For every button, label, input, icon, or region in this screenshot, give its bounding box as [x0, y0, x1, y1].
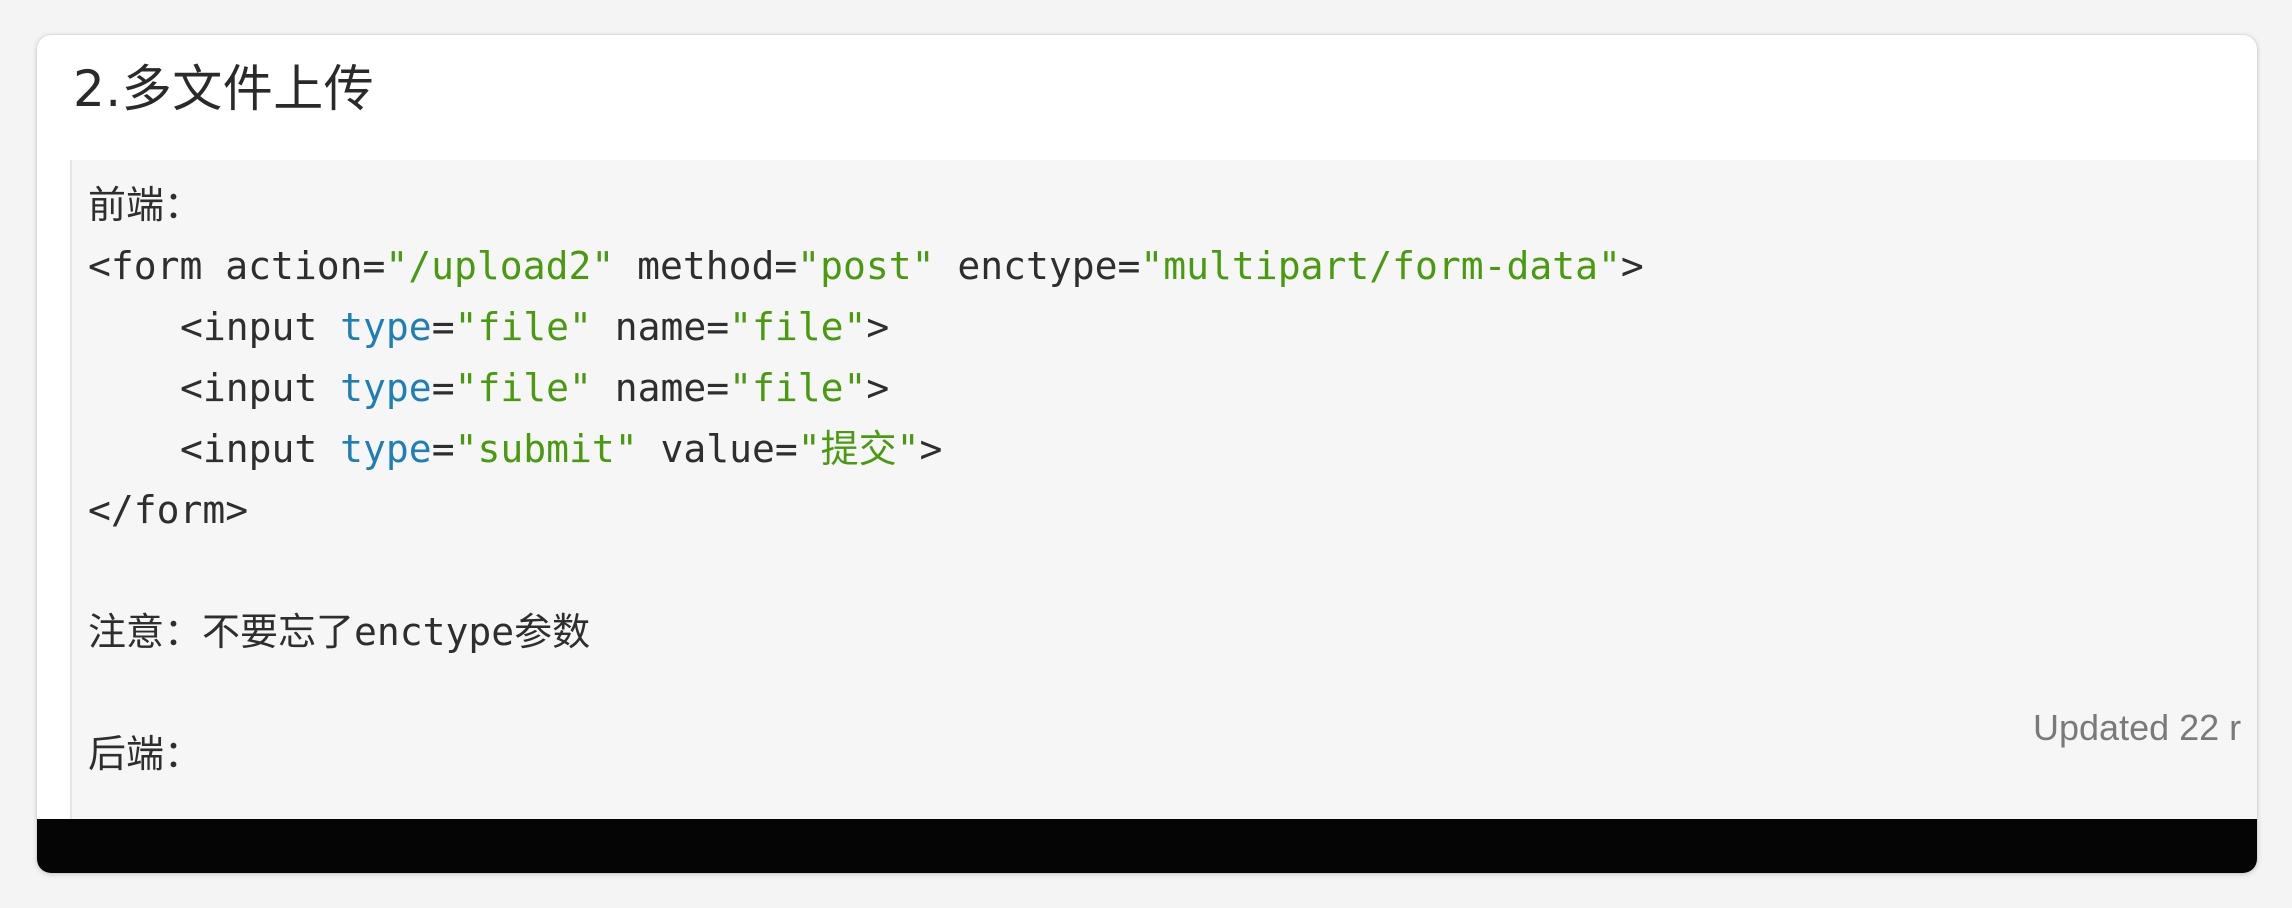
note-text: 注意：不要忘了enctype参数	[88, 610, 591, 654]
method-attr: method=	[614, 244, 798, 288]
input-tag-start: <input	[180, 366, 318, 410]
input-tag-end: >	[866, 305, 890, 349]
equals-sign: =	[431, 305, 455, 349]
equals-sign: =	[431, 366, 455, 410]
page-title: 2.多文件上传	[73, 60, 375, 118]
name-value: "file"	[729, 366, 867, 410]
input-tag-start: <input	[180, 427, 318, 471]
enctype-attr: enctype=	[934, 244, 1141, 288]
code-line-input-file-1: <input type="file" name="file">	[88, 297, 1644, 358]
enctype-value: "multipart/form-data"	[1140, 244, 1621, 288]
type-value: "file"	[454, 305, 592, 349]
frontend-label: 前端：	[88, 183, 203, 227]
name-attr: name=	[591, 366, 730, 410]
type-value: "file"	[454, 366, 592, 410]
form-close-tag: </form>	[88, 488, 249, 532]
value-value: "提交"	[797, 427, 920, 471]
type-attr: type	[340, 305, 432, 349]
method-value: "post"	[797, 244, 935, 288]
input-tag-end: >	[919, 427, 943, 471]
backend-label: 后端：	[88, 732, 203, 776]
input-tag-end: >	[866, 366, 890, 410]
code-line-form-open: <form action="/upload2" method="post" en…	[88, 236, 1644, 297]
action-attr: action=	[202, 244, 386, 288]
updated-note: Updated 22 r	[2033, 707, 2242, 748]
type-attr: type	[340, 366, 432, 410]
equals-sign: =	[431, 427, 455, 471]
code-line-input-file-2: <input type="file" name="file">	[88, 358, 1644, 419]
value-attr: value=	[637, 427, 798, 471]
action-value: "/upload2"	[385, 244, 615, 288]
type-value: "submit"	[454, 427, 638, 471]
bottom-bar	[37, 819, 2257, 873]
code-line-input-submit: <input type="submit" value="提交">	[88, 419, 1644, 480]
form-tag-start: <form	[88, 244, 203, 288]
form-tag-end: >	[1620, 244, 1644, 288]
name-attr: name=	[591, 305, 730, 349]
name-value: "file"	[729, 305, 867, 349]
input-tag-start: <input	[180, 305, 318, 349]
type-attr: type	[340, 427, 432, 471]
code-content: 前端： <form action="/upload2" method="post"…	[88, 175, 1644, 785]
